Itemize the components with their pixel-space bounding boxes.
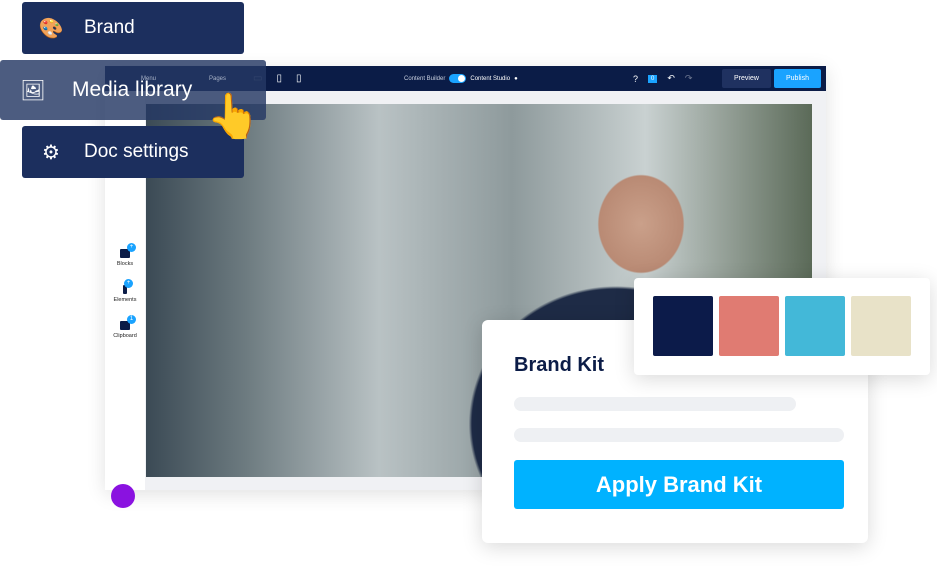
color-swatch[interactable] <box>851 296 911 356</box>
elements-icon: + <box>123 279 133 294</box>
color-swatch[interactable] <box>719 296 779 356</box>
sidebar-item-blocks[interactable]: + Blocks <box>105 243 145 267</box>
swatch-card <box>634 278 930 375</box>
content-builder-label: Content Builder <box>404 75 446 82</box>
undo-icon[interactable]: ↶ <box>667 73 675 84</box>
palette-icon: 🎨 <box>38 17 64 40</box>
blocks-icon: + <box>120 243 136 258</box>
hand-cursor-icon: 👆 <box>206 92 261 141</box>
menu-brand[interactable]: 🎨 Brand <box>22 2 244 54</box>
clipboard-icon: 1 <box>120 315 136 330</box>
tablet-view-icon[interactable]: ▯ <box>276 73 282 84</box>
pages-button[interactable]: Pages <box>209 66 226 91</box>
comments-icon[interactable]: 0 <box>648 74 658 83</box>
help-icon[interactable]: ? <box>633 74 638 84</box>
apply-brand-kit-button[interactable]: Apply Brand Kit <box>514 460 844 509</box>
image-icon: 🖼 <box>20 79 46 102</box>
color-swatch[interactable] <box>653 296 713 356</box>
publish-button[interactable]: Publish <box>774 69 821 88</box>
brand-kit-title: Brand Kit <box>514 354 604 376</box>
redo-icon[interactable]: ↷ <box>685 73 693 84</box>
color-swatch[interactable] <box>785 296 845 356</box>
content-studio-label: Content Studio <box>470 75 511 82</box>
sidebar-item-clipboard[interactable]: 1 Clipboard <box>105 315 145 339</box>
menu-button[interactable]: Menu <box>141 66 156 91</box>
mode-toggle[interactable] <box>449 74 467 83</box>
gear-icon: ⚙ <box>42 141 60 164</box>
placeholder-line <box>514 397 796 411</box>
preview-button[interactable]: Preview <box>722 69 771 88</box>
sidebar-item-elements[interactable]: + Elements <box>105 279 145 303</box>
info-icon: ● <box>514 75 518 82</box>
chat-button[interactable] <box>111 484 135 508</box>
mobile-view-icon[interactable]: ▯ <box>296 73 302 84</box>
placeholder-line <box>514 428 844 442</box>
